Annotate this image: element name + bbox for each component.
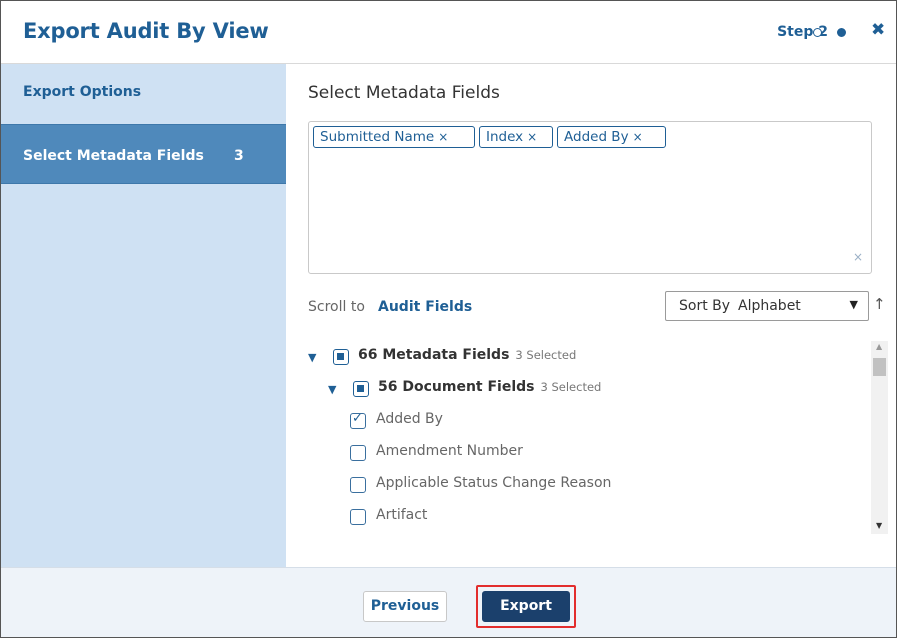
- dialog-footer: Previous Export: [1, 567, 896, 637]
- scrollbar-thumb[interactable]: [873, 358, 886, 376]
- export-dialog: Export Audit By View Step 2 ✖ Export Opt…: [0, 0, 897, 638]
- tag-remove-icon[interactable]: ×: [527, 130, 537, 144]
- field-label: Amendment Number: [376, 443, 523, 459]
- expand-caret-icon[interactable]: ▼: [328, 383, 336, 396]
- field-checkbox[interactable]: [350, 477, 366, 493]
- scroll-up-arrow-icon[interactable]: ▲: [876, 342, 882, 351]
- tag-submitted-name: Submitted Name ×: [313, 126, 475, 148]
- field-label: Added By: [376, 411, 443, 427]
- chevron-down-icon: ▼: [849, 298, 858, 311]
- tag-label: Added By: [564, 129, 629, 145]
- selected-fields-box[interactable]: Submitted Name × Index × Added By × ×: [308, 121, 872, 274]
- sort-by-select[interactable]: Sort By Alphabet ▼: [665, 291, 869, 321]
- tag-remove-icon[interactable]: ×: [633, 130, 643, 144]
- step-1-dot-icon: [813, 28, 822, 37]
- close-icon[interactable]: ✖: [871, 22, 885, 39]
- sidebar-item-export-options[interactable]: Export Options: [1, 64, 286, 123]
- export-button[interactable]: Export: [482, 591, 570, 622]
- field-label: Artifact: [376, 507, 428, 523]
- expand-caret-icon[interactable]: ▼: [308, 351, 316, 364]
- partial-checkbox[interactable]: [353, 381, 369, 397]
- tag-index: Index ×: [479, 126, 553, 148]
- field-checkbox[interactable]: [350, 411, 366, 429]
- sort-by-value: Alphabet: [738, 298, 801, 314]
- dialog-title: Export Audit By View: [23, 19, 269, 43]
- tag-label: Submitted Name: [320, 129, 435, 145]
- tree-scrollbar[interactable]: ▲ ▼: [871, 341, 888, 534]
- field-tree: ▼ 66 Metadata Fields 3 Selected ▼ 56 Docu…: [308, 342, 868, 542]
- page-title: Select Metadata Fields: [308, 83, 500, 103]
- selected-count: 3 Selected: [540, 380, 602, 394]
- sidebar-item-label: Export Options: [23, 84, 142, 100]
- sidebar-item-select-metadata-fields[interactable]: Select Metadata Fields 3: [1, 124, 286, 184]
- main-panel: Select Metadata Fields Submitted Name × I…: [287, 64, 896, 567]
- tag-remove-icon[interactable]: ×: [438, 130, 448, 144]
- previous-button[interactable]: Previous: [363, 591, 447, 622]
- tree-node-label: 66 Metadata Fields 3 Selected: [358, 347, 577, 363]
- scroll-to-audit-fields-link[interactable]: Audit Fields: [378, 299, 472, 315]
- tag-label: Index: [486, 129, 524, 145]
- field-checkbox[interactable]: [350, 445, 366, 461]
- clear-all-icon[interactable]: ×: [853, 250, 863, 264]
- selected-count: 3 Selected: [515, 348, 577, 362]
- dialog-header: Export Audit By View Step 2 ✖: [1, 1, 896, 64]
- field-checkbox[interactable]: [350, 509, 366, 525]
- field-label: Applicable Status Change Reason: [376, 475, 612, 491]
- sidebar-item-count-badge: 3: [234, 148, 244, 164]
- partial-checkbox[interactable]: [333, 349, 349, 365]
- tree-node-label: 56 Document Fields 3 Selected: [378, 379, 602, 395]
- scroll-down-arrow-icon[interactable]: ▼: [876, 521, 882, 530]
- tag-added-by: Added By ×: [557, 126, 666, 148]
- step-2-dot-icon: [837, 28, 846, 37]
- scroll-to-label: Scroll to: [308, 299, 365, 315]
- sort-direction-icon[interactable]: ↑: [873, 295, 886, 313]
- sort-by-label: Sort By: [679, 298, 731, 314]
- sidebar-item-label: Select Metadata Fields: [23, 148, 204, 164]
- sidebar: Export Options Select Metadata Fields 3: [1, 64, 286, 567]
